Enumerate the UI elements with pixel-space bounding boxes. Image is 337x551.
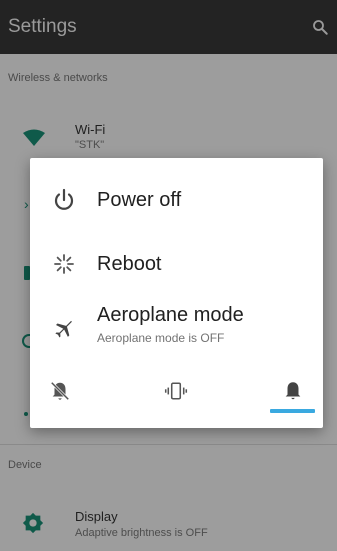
silent-mode-button[interactable] — [42, 373, 78, 409]
wifi-icon — [23, 129, 45, 146]
partial-icon-4 — [24, 412, 28, 416]
bell-icon — [285, 382, 301, 400]
vibrate-icon — [164, 382, 188, 400]
partial-icon-3 — [22, 334, 30, 348]
display-subtitle: Adaptive brightness is OFF — [75, 527, 208, 539]
search-icon[interactable] — [311, 18, 329, 36]
aeroplane-mode-item[interactable]: Aeroplane mode Aeroplane mode is OFF — [30, 298, 323, 360]
section-wireless-networks: Wireless & networks — [8, 72, 108, 84]
reboot-item[interactable]: Reboot — [30, 238, 323, 294]
reboot-label: Reboot — [97, 253, 162, 275]
vibrate-mode-button[interactable] — [158, 373, 194, 409]
section-device: Device — [8, 459, 42, 471]
silent-bell-icon — [50, 381, 70, 401]
power-off-label: Power off — [97, 189, 182, 211]
aeroplane-mode-status: Aeroplane mode is OFF — [97, 331, 225, 345]
power-icon — [54, 188, 74, 210]
display-title: Display — [75, 509, 118, 524]
sound-on-mode-button[interactable] — [275, 373, 311, 409]
page-title: Settings — [8, 16, 77, 37]
aeroplane-mode-label: Aeroplane mode — [97, 304, 244, 326]
power-off-item[interactable]: Power off — [30, 172, 323, 228]
sound-mode-selector — [30, 369, 323, 417]
selected-mode-indicator — [270, 409, 315, 413]
wifi-subtitle: "STK" — [75, 139, 105, 151]
section-divider — [0, 444, 337, 445]
app-bar: Settings — [0, 0, 337, 54]
brightness-icon — [22, 512, 44, 534]
reboot-icon — [54, 254, 74, 274]
wifi-title: Wi-Fi — [75, 122, 106, 137]
power-menu-dialog: Power off Reboot Aeroplane mode Aeroplan… — [30, 158, 323, 428]
airplane-icon — [55, 320, 72, 338]
